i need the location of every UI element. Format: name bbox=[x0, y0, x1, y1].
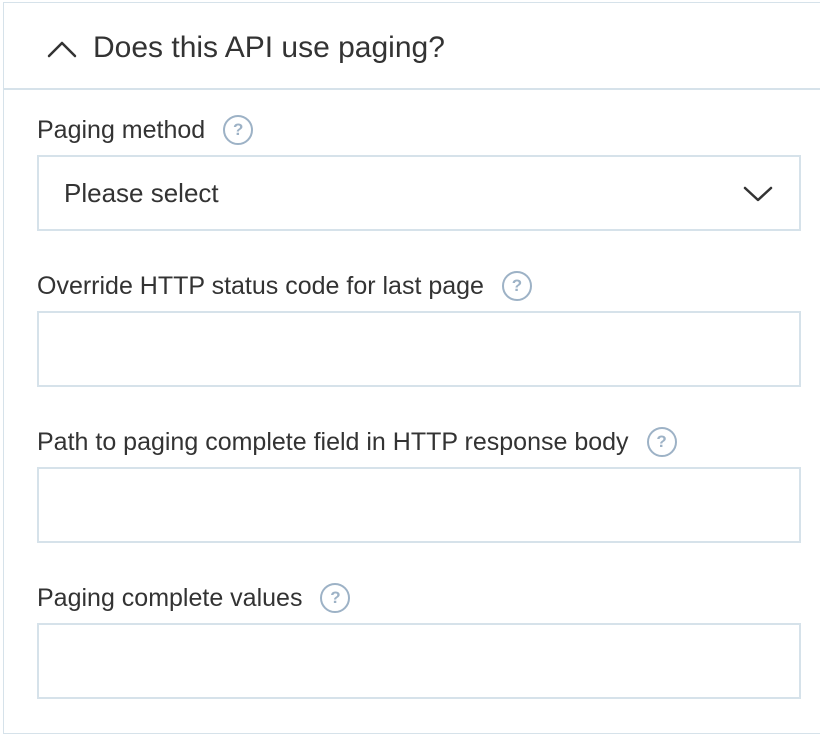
chevron-down-icon bbox=[743, 186, 773, 202]
override-status-code-input[interactable] bbox=[39, 313, 799, 385]
override-status-code-label-row: Override HTTP status code for last page … bbox=[37, 271, 532, 301]
paging-complete-path-field bbox=[37, 467, 801, 543]
paging-complete-path-label-row: Path to paging complete field in HTTP re… bbox=[37, 427, 677, 457]
paging-complete-values-label-row: Paging complete values ? bbox=[37, 583, 351, 613]
help-icon[interactable]: ? bbox=[501, 271, 532, 301]
paging-method-select[interactable]: Please select bbox=[37, 155, 801, 231]
paging-complete-path-input[interactable] bbox=[39, 469, 799, 541]
override-status-code-field bbox=[37, 311, 801, 387]
paging-section-header[interactable]: Does this API use paging? bbox=[4, 3, 820, 90]
help-icon[interactable]: ? bbox=[320, 583, 351, 613]
help-icon[interactable]: ? bbox=[646, 427, 677, 457]
paging-method-label-row: Paging method ? bbox=[37, 115, 254, 145]
paging-complete-values-field bbox=[37, 623, 801, 699]
paging-panel: Does this API use paging? Paging method … bbox=[3, 2, 820, 734]
paging-method-label: Paging method bbox=[37, 115, 206, 144]
section-title: Does this API use paging? bbox=[93, 31, 445, 64]
paging-complete-values-input[interactable] bbox=[39, 625, 799, 697]
override-status-code-label: Override HTTP status code for last page bbox=[37, 271, 484, 300]
paging-complete-path-label: Path to paging complete field in HTTP re… bbox=[37, 427, 629, 456]
chevron-up-icon[interactable] bbox=[46, 39, 78, 59]
help-icon[interactable]: ? bbox=[223, 115, 254, 145]
paging-complete-values-label: Paging complete values bbox=[37, 583, 303, 612]
paging-method-selected-value: Please select bbox=[64, 178, 219, 208]
